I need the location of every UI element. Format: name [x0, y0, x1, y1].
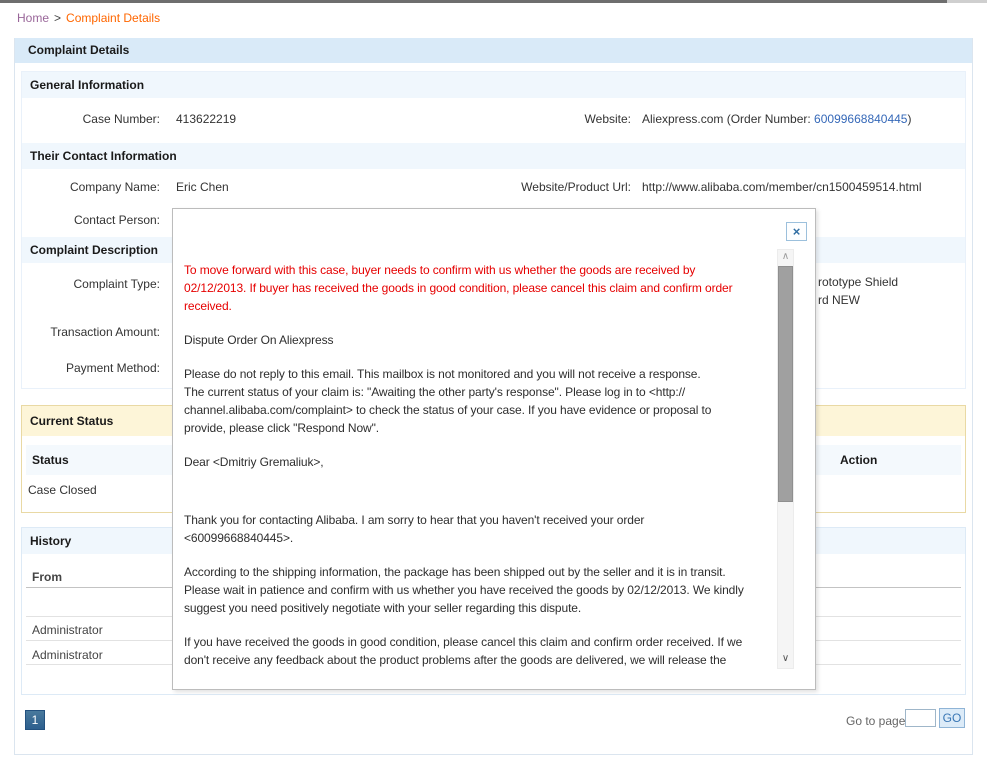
go-button[interactable]: GO	[939, 708, 965, 728]
company-name-label: Company Name:	[21, 180, 160, 194]
browser-top-strip-end	[947, 0, 987, 3]
complaint-type-row: Complaint Type:	[21, 277, 160, 291]
confirm-received-paragraph-text: If you have received the goods in good c…	[184, 633, 816, 669]
case-number-value: 413622219	[176, 112, 236, 126]
case-number-row: Case Number: 413622219	[21, 112, 236, 126]
contact-person-row: Contact Person:	[21, 213, 160, 227]
close-icon[interactable]: ×	[786, 222, 807, 241]
history-row: Administrator	[32, 644, 103, 666]
dialog-scrollbar[interactable]: ∧ ∨	[777, 249, 794, 669]
website-label: Website:	[381, 112, 631, 126]
complaint-type-value-fragment: rototype Shield	[818, 275, 898, 289]
contact-person-label: Contact Person:	[21, 213, 160, 227]
status-value: Case Closed	[28, 483, 97, 497]
company-name-value: Eric Chen	[176, 180, 229, 194]
page-1-button[interactable]: 1	[25, 710, 45, 730]
thanks-paragraph-text: Thank you for contacting Alibaba. I am s…	[184, 511, 816, 547]
browser-top-strip	[0, 0, 947, 3]
payment-method-row: Payment Method:	[21, 361, 160, 375]
deadline-alert-text: To move forward with this case, buyer ne…	[184, 261, 816, 315]
go-to-page-input[interactable]	[905, 709, 936, 727]
scroll-up-arrow-icon[interactable]: ∧	[778, 250, 793, 265]
history-row: Administrator	[32, 619, 103, 641]
breadcrumb: Home > Complaint Details	[17, 11, 160, 25]
scroll-down-arrow-icon[interactable]: ∨	[778, 652, 793, 667]
case-number-label: Case Number:	[21, 112, 160, 126]
page-title: Complaint Details	[15, 38, 972, 63]
product-url-label: Website/Product Url:	[381, 180, 631, 194]
scrollbar-thumb[interactable]	[778, 266, 793, 502]
payment-method-label: Payment Method:	[21, 361, 160, 375]
their-contact-information-heading: Their Contact Information	[22, 143, 965, 169]
order-number-link[interactable]: 60099668840445	[814, 112, 907, 126]
breadcrumb-current: Complaint Details	[66, 11, 160, 25]
product-url-value: http://www.alibaba.com/member/cn15004595…	[642, 180, 922, 194]
product-url-row: Website/Product Url: http://www.alibaba.c…	[381, 180, 922, 194]
transaction-amount-label: Transaction Amount:	[21, 325, 160, 339]
website-row: Website: Aliexpress.com (Order Number: 60…	[381, 112, 911, 126]
transaction-amount-row: Transaction Amount:	[21, 325, 160, 339]
salutation-text: Dear <Dmitriy Gremaliuk>,	[184, 453, 816, 471]
general-information-heading: General Information	[22, 72, 965, 98]
dialog-message-body: To move forward with this case, buyer ne…	[184, 261, 816, 685]
breadcrumb-separator: >	[54, 11, 61, 25]
dispute-subject-text: Dispute Order On Aliexpress	[184, 331, 816, 349]
company-name-row: Company Name: Eric Chen	[21, 180, 229, 194]
shipping-info-paragraph-text: According to the shipping information, t…	[184, 563, 816, 617]
status-column-header: Status	[26, 445, 69, 475]
breadcrumb-home-link[interactable]: Home	[17, 11, 49, 25]
message-dialog: × ∧ ∨ To move forward with this case, bu…	[172, 208, 816, 690]
no-reply-notice-text: Please do not reply to this email. This …	[184, 365, 816, 437]
website-value: Aliexpress.com (Order Number: 6009966884…	[642, 112, 911, 126]
complaint-type-value-fragment: rd NEW	[818, 293, 860, 307]
action-column-header: Action	[840, 445, 877, 475]
complaint-type-label: Complaint Type:	[21, 277, 160, 291]
go-to-page-label: Go to page	[846, 714, 905, 728]
